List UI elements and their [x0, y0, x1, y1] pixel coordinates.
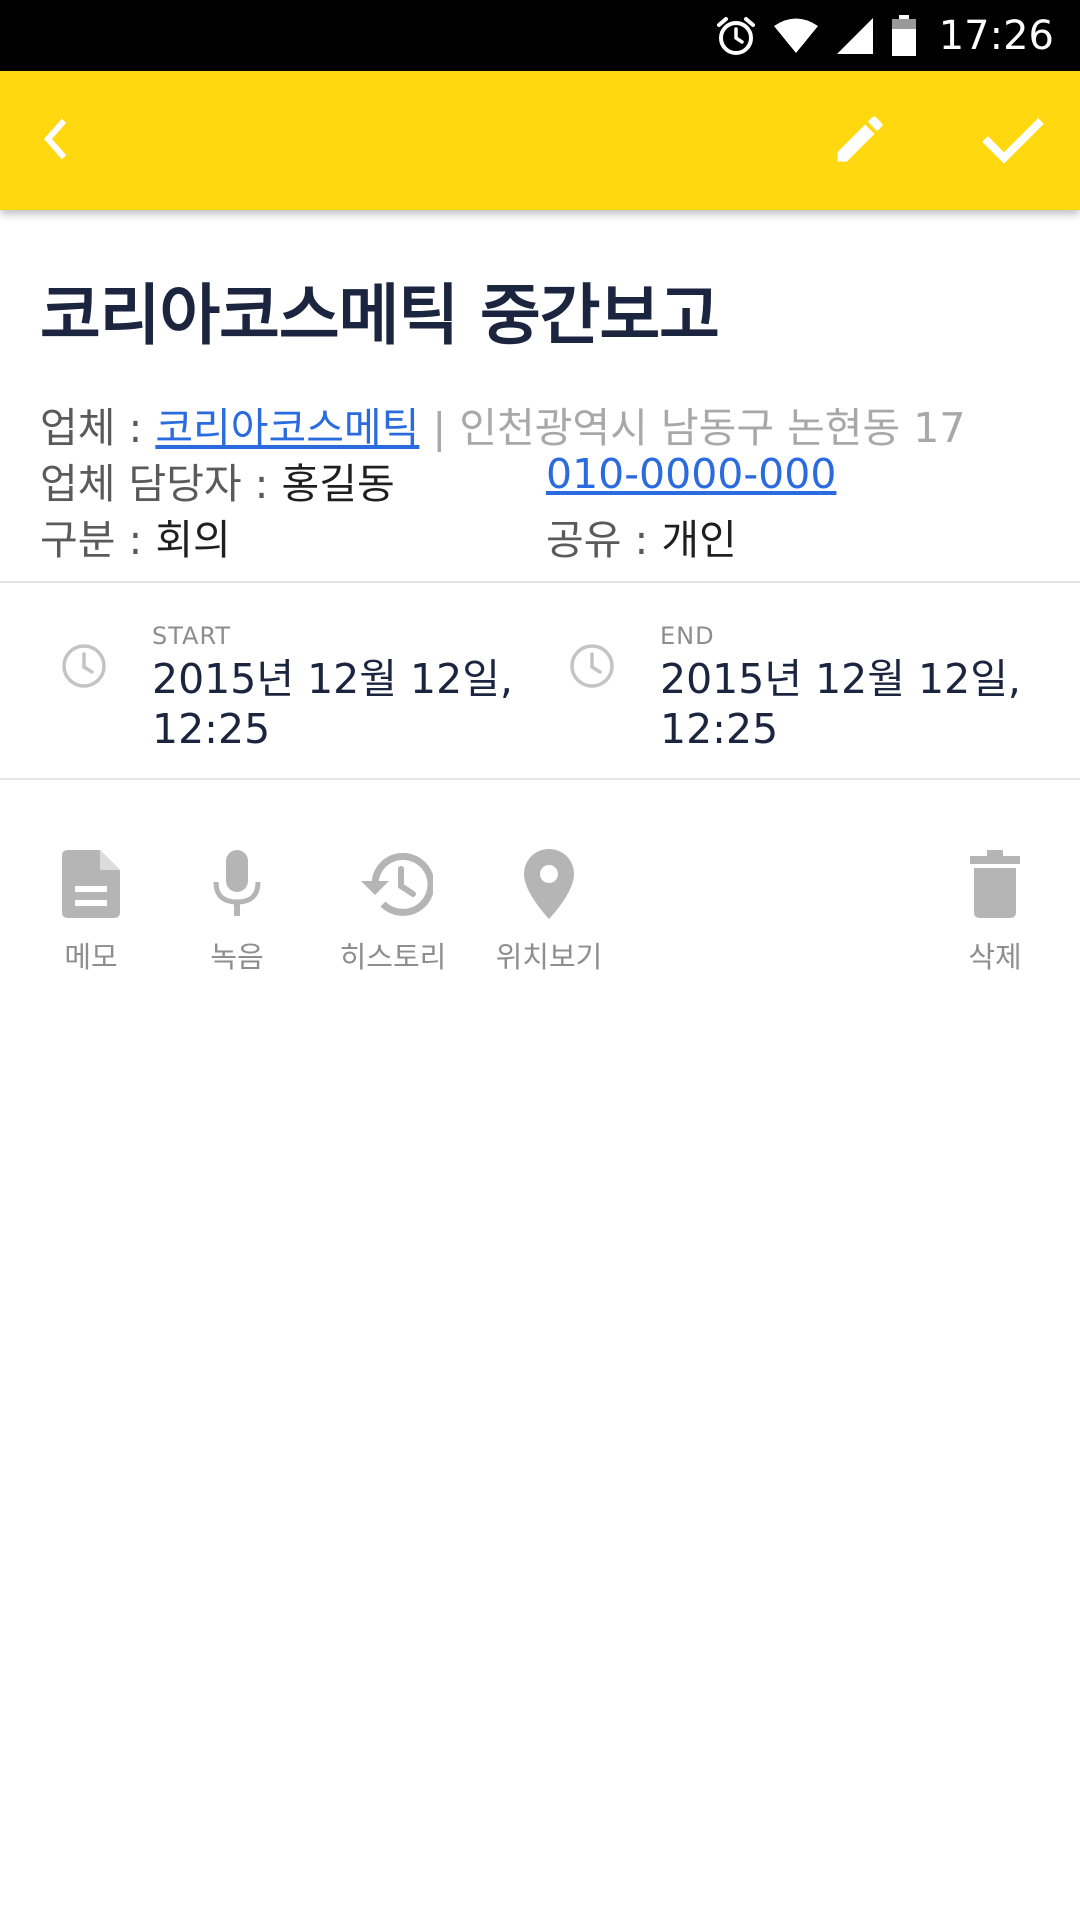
- back-button[interactable]: [0, 71, 110, 210]
- app-bar: [0, 71, 1080, 210]
- clock-icon: [568, 642, 616, 694]
- clock-icon: [60, 642, 108, 694]
- wifi-icon: [773, 17, 819, 55]
- chevron-left-icon: [38, 117, 72, 165]
- divider: [0, 581, 1080, 583]
- map-pin-icon: [479, 844, 619, 924]
- contact-row: 업체 담당자 : 홍길동: [40, 450, 395, 510]
- page-title: 코리아코스메틱 중간보고: [40, 277, 720, 354]
- company-link[interactable]: 코리아코스메틱: [155, 404, 419, 452]
- address-separator: |: [419, 404, 460, 452]
- alarm-icon: [715, 15, 757, 57]
- confirm-button[interactable]: [958, 71, 1068, 210]
- phone-link[interactable]: 010-0000-000: [546, 450, 836, 498]
- record-label: 녹음: [210, 940, 264, 974]
- check-icon: [980, 113, 1046, 169]
- start-label: START: [152, 622, 232, 650]
- memo-button[interactable]: 메모: [21, 844, 161, 976]
- edit-button[interactable]: [805, 71, 915, 210]
- start-time: 12:25: [152, 705, 271, 753]
- history-icon: [323, 844, 463, 924]
- category-label: 구분 :: [40, 516, 156, 564]
- contact-name: 홍길동: [281, 460, 395, 508]
- status-bar: 17:26: [0, 0, 1080, 71]
- end-time: 12:25: [660, 705, 779, 753]
- share-label: 공유 :: [546, 516, 662, 564]
- end-date-block[interactable]: END 2015년 12월 12일, 12:25: [568, 612, 1068, 772]
- start-value: 2015년 12월 12일, 12:25: [152, 654, 562, 754]
- divider: [0, 778, 1080, 780]
- company-label: 업체 :: [40, 404, 156, 452]
- cell-signal-icon: [835, 16, 875, 56]
- category-row: 구분 : 회의: [40, 506, 231, 566]
- history-button[interactable]: 히스토리: [323, 844, 463, 976]
- location-label: 위치보기: [495, 940, 603, 974]
- start-date: 2015년 12월 12일,: [152, 655, 513, 703]
- category-value: 회의: [155, 516, 231, 564]
- pencil-icon: [830, 109, 890, 173]
- end-label: END: [660, 622, 715, 650]
- end-date: 2015년 12월 12일,: [660, 655, 1021, 703]
- share-value: 개인: [661, 516, 737, 564]
- battery-icon: [891, 14, 917, 57]
- status-time: 17:26: [938, 12, 1054, 59]
- location-button[interactable]: 위치보기: [479, 844, 619, 976]
- microphone-icon: [167, 844, 307, 924]
- company-row: 업체 : 코리아코스메틱 | 인천광역시 남동구 논현동 17: [40, 394, 965, 454]
- delete-label: 삭제: [968, 940, 1022, 974]
- record-button[interactable]: 녹음: [167, 844, 307, 976]
- trash-icon: [925, 844, 1065, 924]
- contact-label: 업체 담당자 :: [40, 460, 282, 508]
- memo-label: 메모: [64, 940, 118, 974]
- start-date-block[interactable]: START 2015년 12월 12일, 12:25: [60, 612, 520, 772]
- share-row: 공유 : 개인: [546, 506, 737, 566]
- company-address: 인천광역시 남동구 논현동 17: [459, 404, 966, 452]
- delete-button[interactable]: 삭제: [925, 844, 1065, 976]
- document-icon: [21, 844, 161, 924]
- end-value: 2015년 12월 12일, 12:25: [660, 654, 1070, 754]
- status-icons: 17:26: [715, 0, 1054, 71]
- history-label: 히스토리: [339, 940, 447, 974]
